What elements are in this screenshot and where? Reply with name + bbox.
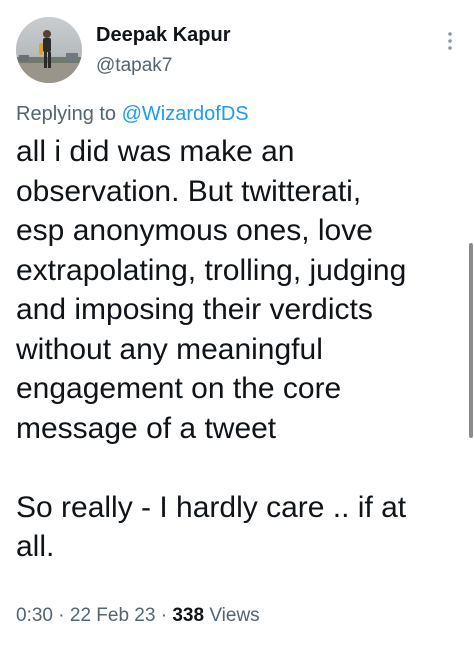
meta-separator: · bbox=[160, 605, 168, 626]
avatar[interactable] bbox=[16, 17, 82, 83]
scrollbar[interactable] bbox=[469, 243, 473, 438]
meta-separator: · bbox=[58, 605, 65, 626]
author-handle[interactable]: @tapak7 bbox=[96, 55, 172, 77]
tweet-date[interactable]: 22 Feb 23 bbox=[70, 605, 156, 626]
replying-to-mention[interactable]: @WizardofDS bbox=[122, 103, 249, 125]
views-count[interactable]: 338 bbox=[172, 605, 204, 626]
views-label: Views bbox=[209, 605, 260, 626]
avatar-photo bbox=[16, 17, 82, 83]
tweet: Deepak Kapur @tapak7 Replying to @Wizard… bbox=[0, 0, 474, 649]
tweet-text: all i did was make an observation. But t… bbox=[16, 135, 407, 563]
tweet-time[interactable]: 0:30 bbox=[16, 605, 53, 626]
author-name[interactable]: Deepak Kapur bbox=[96, 24, 231, 47]
more-vertical-icon bbox=[448, 32, 452, 50]
replying-to-line: Replying to @WizardofDS bbox=[16, 103, 249, 126]
more-icon[interactable] bbox=[440, 26, 460, 56]
replying-to-label: Replying to bbox=[16, 103, 117, 125]
tweet-meta: 0:30 · 22 Feb 23 · 338 Views bbox=[16, 605, 260, 627]
